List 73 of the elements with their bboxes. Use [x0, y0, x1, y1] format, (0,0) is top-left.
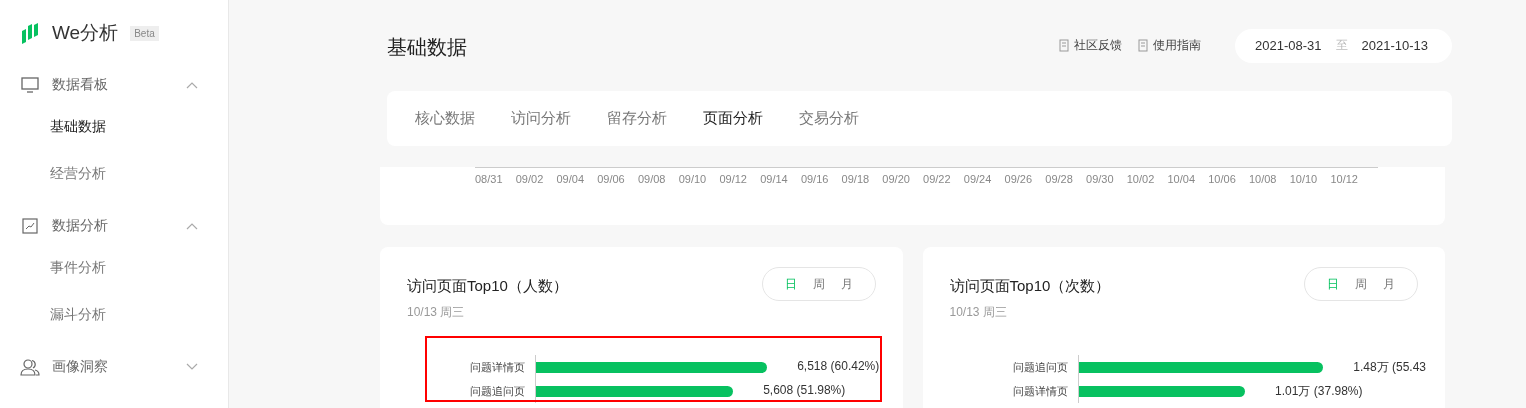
axis-label: 09/18 [841, 173, 870, 185]
tab[interactable]: 核心数据 [397, 109, 493, 128]
axis-label: 09/04 [556, 173, 584, 185]
menu-item[interactable]: 事件分析 [0, 244, 228, 291]
bar-label: 问题详情页 [469, 360, 526, 375]
bar-value: 1.01万 (37.98%) [1275, 383, 1363, 400]
tab[interactable]: 访问分析 [493, 109, 589, 128]
date-range-picker[interactable]: 2021-08-31 至 2021-10-13 [1235, 28, 1452, 63]
bar-value: 1.48万 (55.43 [1353, 359, 1426, 376]
logo-icon [20, 22, 40, 44]
axis-label: 10/02 [1126, 173, 1155, 185]
chart-icon [22, 217, 38, 234]
axis-label: 09/20 [882, 173, 910, 185]
axis-label: 09/24 [963, 173, 992, 185]
tab[interactable]: 留存分析 [589, 109, 685, 128]
bar-label: 问题追问页 [469, 384, 526, 399]
axis-label: 09/12 [719, 173, 747, 185]
beta-badge: Beta [130, 25, 159, 41]
axis-label: 10/04 [1167, 173, 1195, 185]
menu-group-label: 画像洞察 [52, 357, 109, 376]
period-option[interactable]: 日 [776, 275, 805, 293]
period-option[interactable]: 月 [1375, 275, 1403, 293]
bar-value: 6,518 (60.42%) [797, 359, 880, 373]
tab[interactable]: 交易分析 [781, 109, 877, 128]
menu-group-label: 数据分析 [52, 216, 109, 235]
card-title: 访问页面Top10（人数） [407, 277, 568, 296]
page-title: 基础数据 [387, 35, 468, 60]
period-option[interactable]: 周 [1347, 275, 1375, 293]
menu-item[interactable]: 漏斗分析 [0, 291, 228, 338]
card-date: 10/13 周三 [949, 304, 1008, 321]
axis-label: 09/14 [760, 173, 788, 185]
period-option[interactable]: 周 [804, 275, 833, 293]
menu-group-label: 数据看板 [52, 75, 109, 94]
axis-label: 08/31 [475, 173, 503, 185]
menu-group[interactable]: 数据分析 [0, 207, 228, 244]
axis-label: 10/10 [1289, 173, 1318, 185]
card-title: 访问页面Top10（次数） [949, 277, 1111, 296]
axis-label: 09/22 [923, 173, 951, 185]
bar-label: 问题追问页 [1011, 360, 1069, 375]
axis-label: 09/26 [1004, 173, 1033, 185]
bar-label: 问题详情页 [1011, 384, 1069, 399]
menu-group[interactable]: 画像洞察 [0, 348, 228, 385]
document-icon [1059, 39, 1070, 52]
axis-label: 09/30 [1086, 173, 1114, 185]
axis-label: 09/06 [597, 173, 625, 185]
monitor-icon [21, 76, 39, 93]
document-icon [1138, 39, 1149, 52]
users-icon [20, 357, 40, 376]
period-option[interactable]: 日 [1319, 275, 1347, 293]
axis-label: 09/10 [678, 173, 707, 185]
axis-label: 09/16 [800, 173, 829, 185]
end-date: 2021-10-13 [1361, 38, 1428, 53]
header-link[interactable]: 使用指南 [1138, 37, 1201, 54]
header-link[interactable]: 社区反馈 [1059, 37, 1122, 54]
menu-group[interactable]: 数据看板 [0, 66, 228, 103]
axis-label: 09/28 [1045, 173, 1073, 185]
app-name: We分析 [52, 21, 119, 45]
axis-label: 09/02 [515, 173, 544, 185]
chevron-down-icon [186, 362, 198, 371]
axis-label: 09/08 [637, 173, 666, 185]
card-date: 10/13 周三 [407, 304, 466, 321]
axis-label: 10/08 [1248, 173, 1277, 185]
bar-value: 5,608 (51.98%) [763, 383, 846, 397]
chevron-up-icon [186, 221, 198, 230]
start-date: 2021-08-31 [1255, 38, 1322, 53]
axis-label: 10/12 [1330, 173, 1358, 185]
axis-label: 10/06 [1208, 173, 1236, 185]
tab[interactable]: 页面分析 [685, 109, 781, 128]
chevron-up-icon [186, 80, 198, 89]
date-separator: 至 [1335, 37, 1348, 54]
menu-item[interactable]: 经营分析 [0, 150, 228, 197]
period-option[interactable]: 月 [832, 275, 861, 293]
menu-item[interactable]: 基础数据 [0, 103, 228, 150]
